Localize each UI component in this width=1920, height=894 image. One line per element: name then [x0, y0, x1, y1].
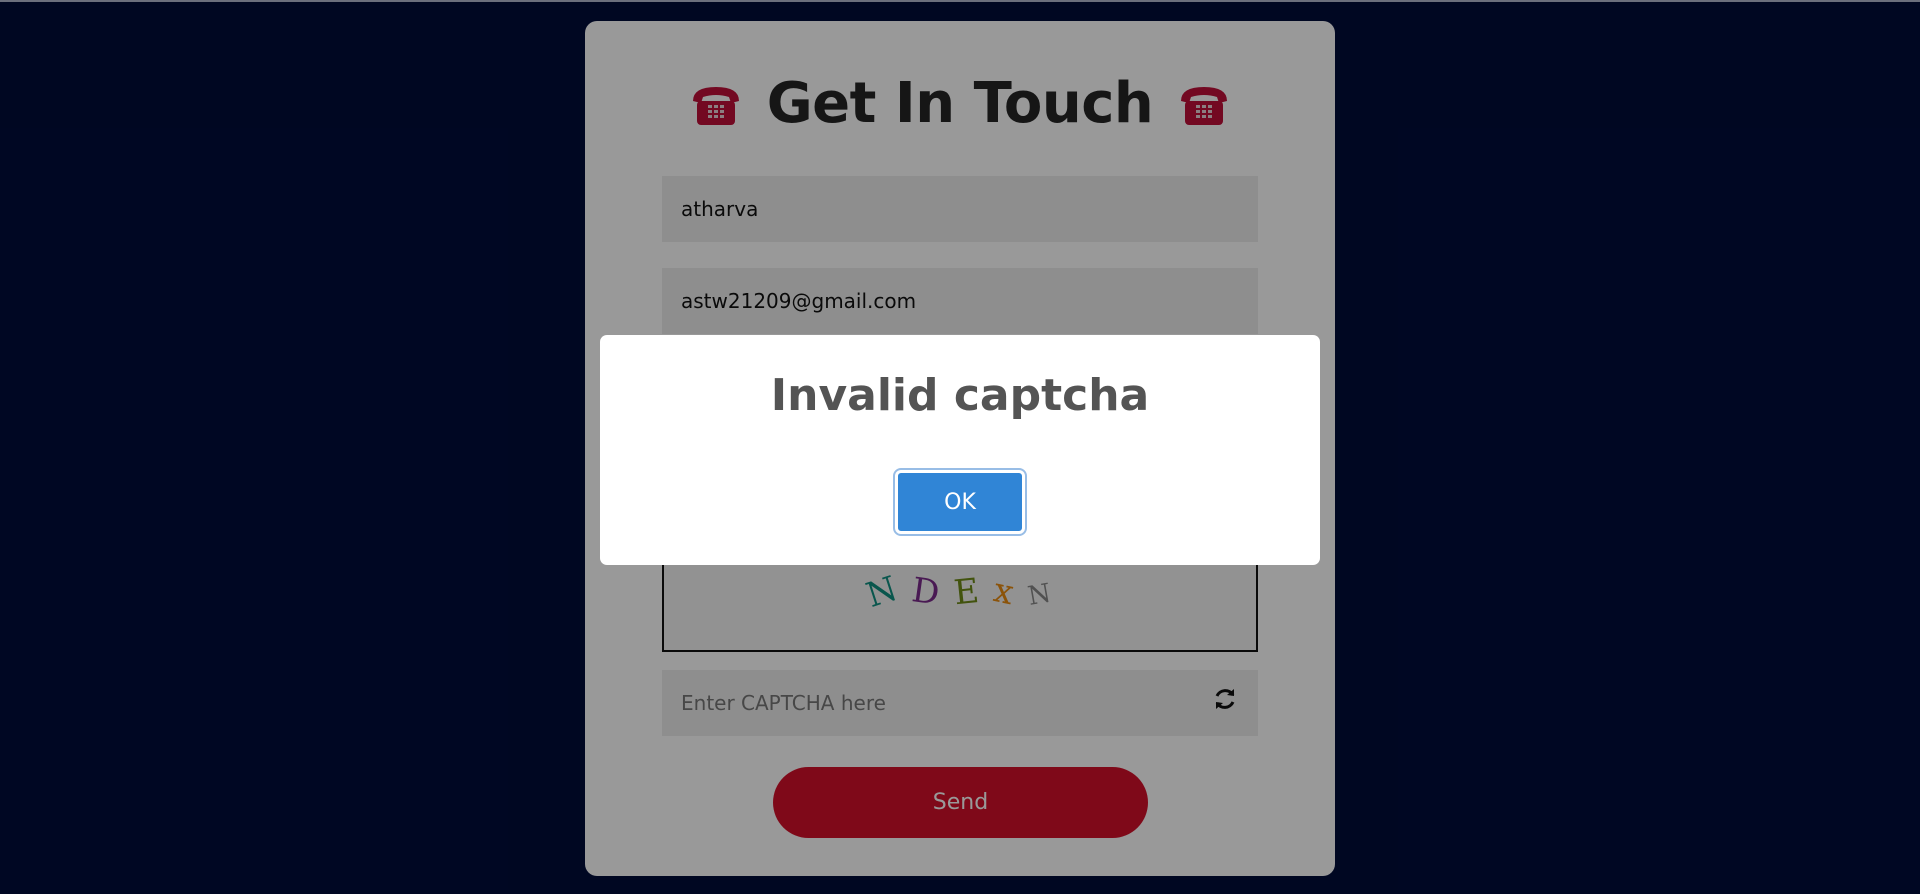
alert-dialog: Invalid captcha OK	[600, 335, 1320, 565]
alert-title: Invalid captcha	[770, 370, 1150, 421]
ok-button[interactable]: OK	[893, 468, 1027, 536]
